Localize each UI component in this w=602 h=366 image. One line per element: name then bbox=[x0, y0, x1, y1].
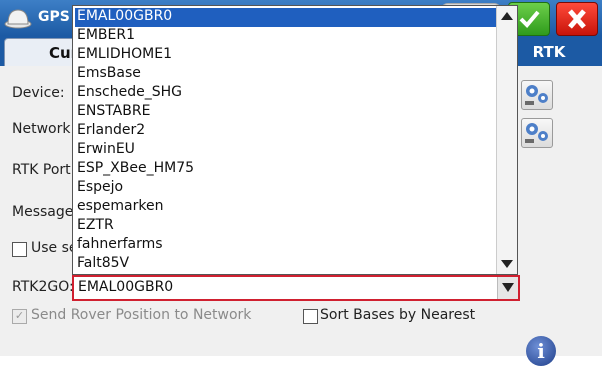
list-item[interactable]: EZTR bbox=[75, 217, 497, 236]
list-item[interactable]: Espejo bbox=[75, 179, 497, 198]
list-item[interactable]: Enschede_SHG bbox=[75, 84, 497, 103]
device-settings-button[interactable] bbox=[521, 80, 553, 110]
close-icon bbox=[568, 9, 586, 29]
list-item[interactable]: ESP_XBee_HM75 bbox=[75, 160, 497, 179]
network-settings-button[interactable] bbox=[521, 118, 553, 148]
sort-bases-checkbox[interactable] bbox=[303, 309, 318, 324]
list-item[interactable]: EMAL00GBR0 bbox=[75, 8, 497, 27]
sort-bases-label: Sort Bases by Nearest bbox=[320, 307, 476, 323]
list-item[interactable]: EMLIDHOME1 bbox=[75, 46, 497, 65]
send-rover-checkbox[interactable]: ✓ bbox=[12, 309, 27, 324]
scroll-down-icon[interactable] bbox=[501, 260, 513, 268]
list-item[interactable]: fahnerfarms bbox=[75, 236, 497, 255]
rtk2go-selected-value: EMAL00GBR0 bbox=[78, 279, 174, 295]
gear-icon bbox=[525, 123, 548, 143]
list-item[interactable]: EMBER1 bbox=[75, 27, 497, 46]
network-label: Network: bbox=[12, 121, 76, 137]
list-item[interactable]: espemarken bbox=[75, 198, 497, 217]
rtk-port-label: RTK Port: bbox=[12, 162, 76, 178]
dropdown-scrollbar[interactable] bbox=[496, 6, 517, 274]
use-se-checkbox[interactable] bbox=[12, 242, 27, 257]
use-se-label: Use se bbox=[31, 240, 78, 256]
hardhat-icon bbox=[4, 9, 32, 29]
scroll-up-icon[interactable] bbox=[501, 12, 513, 20]
device-label: Device: bbox=[12, 85, 65, 101]
gear-icon bbox=[525, 85, 548, 105]
rtk2go-label: RTK2GO: bbox=[12, 279, 74, 295]
list-item[interactable]: ErwinEU bbox=[75, 141, 497, 160]
send-rover-label: Send Rover Position to Network bbox=[31, 307, 252, 323]
info-button[interactable]: i bbox=[526, 336, 556, 366]
message-label: Message bbox=[12, 204, 74, 220]
list-item[interactable]: Falt85V bbox=[75, 255, 497, 274]
chevron-down-icon[interactable] bbox=[497, 277, 518, 299]
list-item[interactable]: Erlander2 bbox=[75, 122, 497, 141]
rtk2go-dropdown-list[interactable]: EMAL00GBR0 EMBER1 EMLIDHOME1 EmsBase Ens… bbox=[72, 5, 518, 275]
rtk2go-select[interactable]: EMAL00GBR0 bbox=[72, 275, 520, 301]
info-icon: i bbox=[537, 339, 545, 363]
list-item[interactable]: ENSTABRE bbox=[75, 103, 497, 122]
list-item[interactable]: EmsBase bbox=[75, 65, 497, 84]
close-button[interactable] bbox=[556, 2, 598, 36]
